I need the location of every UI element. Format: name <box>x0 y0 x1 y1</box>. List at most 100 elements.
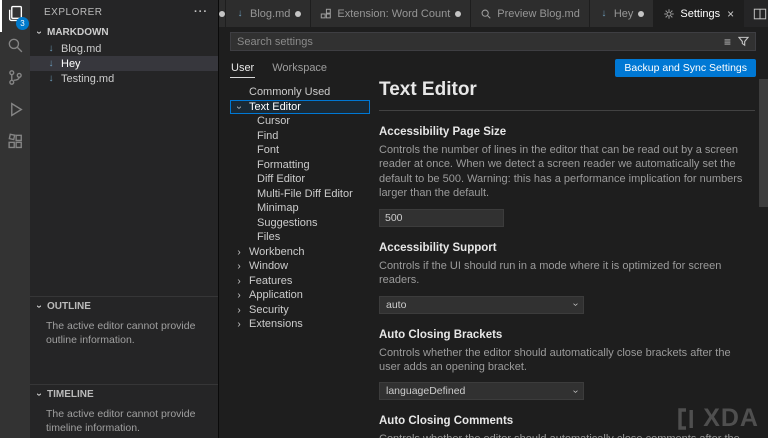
settings-content: Text Editor Accessibility Page Size Cont… <box>379 79 755 438</box>
tab-extension-word-count[interactable]: Extension: Word Count <box>311 0 471 27</box>
vscode-window: 3 EXPLORER ··· › <box>0 0 768 438</box>
setting-title: Auto Closing Brackets <box>379 329 755 341</box>
modified-dot-icon <box>295 11 301 17</box>
tab-preview-blog-md[interactable]: Preview Blog.md <box>471 0 590 27</box>
toc-item-font[interactable]: Font <box>230 143 370 158</box>
tab-label: Blog.md <box>250 8 290 20</box>
tab-label: Hey <box>614 8 634 20</box>
chevron-down-icon: › <box>34 28 45 38</box>
tab-hey[interactable]: ↓ Hey <box>590 0 655 27</box>
outline-pane-title: OUTLINE <box>47 301 91 312</box>
explorer-more-actions-icon[interactable]: ··· <box>194 6 208 18</box>
xda-logo-icon <box>676 407 698 431</box>
tab-truncated[interactable] <box>219 0 226 27</box>
close-icon[interactable]: × <box>727 7 734 21</box>
tab-blog-md[interactable]: ↓ Blog.md <box>226 0 311 27</box>
toc-item-suggestions[interactable]: Suggestions <box>230 216 370 231</box>
timeline-pane-header[interactable]: › TIMELINE <box>30 385 218 403</box>
outline-pane-header[interactable]: › OUTLINE <box>30 297 218 315</box>
outline-pane: › OUTLINE The active editor cannot provi… <box>30 296 218 347</box>
setting-auto-closing-brackets: Auto Closing Brackets Controls whether t… <box>379 329 755 401</box>
editor-group: ↓ Blog.md Extension: Word Count Preview … <box>218 0 768 438</box>
file-label: Blog.md <box>61 43 101 55</box>
activity-explorer-button[interactable]: 3 <box>0 0 30 32</box>
setting-description: Controls whether the editor should autom… <box>379 432 755 438</box>
chevron-down-icon: › <box>34 389 45 399</box>
source-control-icon <box>7 69 24 91</box>
gear-icon <box>663 8 675 20</box>
toc-item-security[interactable]: › Security <box>230 303 370 318</box>
toc-item-application[interactable]: › Application <box>230 288 370 303</box>
setting-accessibility-support: Accessibility Support Controls if the UI… <box>379 242 755 314</box>
toc-item-features[interactable]: › Features <box>230 274 370 289</box>
select-value: languageDefined <box>386 385 465 397</box>
backup-sync-button[interactable]: Backup and Sync Settings <box>615 59 756 77</box>
tab-bar: ↓ Blog.md Extension: Word Count Preview … <box>219 0 768 27</box>
timeline-message: The active editor cannot provide timelin… <box>30 403 218 435</box>
modified-dot-icon <box>219 11 225 17</box>
timeline-pane: › TIMELINE The active editor cannot prov… <box>30 384 218 435</box>
toc-item-files[interactable]: Files <box>230 230 370 245</box>
toc-item-extensions[interactable]: › Extensions <box>230 317 370 332</box>
select-value: auto <box>386 299 406 311</box>
watermark-text: XDA <box>703 404 759 433</box>
filter-lines-icon[interactable]: ≡ <box>724 36 731 48</box>
scope-tab-workspace[interactable]: Workspace <box>271 59 328 77</box>
page-title: Text Editor <box>379 79 755 111</box>
activity-source-control-button[interactable] <box>0 64 30 96</box>
activity-search-button[interactable] <box>0 32 30 64</box>
setting-accessibility-page-size: Accessibility Page Size Controls the num… <box>379 126 755 227</box>
timeline-pane-title: TIMELINE <box>47 389 94 400</box>
accessibility-page-size-input[interactable] <box>379 209 504 227</box>
file-label: Testing.md <box>61 73 114 85</box>
toc-item-formatting[interactable]: Formatting <box>230 158 370 173</box>
split-editor-icon[interactable] <box>753 7 767 21</box>
tab-settings[interactable]: Settings × <box>654 0 744 27</box>
toc-item-cursor[interactable]: Cursor <box>230 114 370 129</box>
explorer-sidebar: EXPLORER ··· › MARKDOWN ↓ Blog.md ↓ Hey … <box>30 0 218 438</box>
sidebar-title-bar: EXPLORER ··· <box>30 0 218 24</box>
settings-header-row: User Workspace Backup and Sync Settings <box>230 55 756 81</box>
markdown-file-icon: ↓ <box>46 73 56 84</box>
auto-closing-brackets-select[interactable]: languageDefined › <box>379 382 584 400</box>
scope-tab-user[interactable]: User <box>230 59 255 78</box>
xda-watermark: XDA <box>676 404 759 433</box>
outline-message: The active editor cannot provide outline… <box>30 315 218 347</box>
toc-item-find[interactable]: Find <box>230 129 370 144</box>
settings-search-input[interactable] <box>237 36 717 48</box>
filter-funnel-icon[interactable] <box>738 36 749 47</box>
activity-extensions-button[interactable] <box>0 128 30 160</box>
markdown-file-icon: ↓ <box>599 8 609 19</box>
toc-item-minimap[interactable]: Minimap <box>230 201 370 216</box>
activity-run-debug-button[interactable] <box>0 96 30 128</box>
settings-search-bar: ≡ <box>230 32 756 51</box>
chevron-right-icon: › <box>234 319 244 330</box>
tab-label: Settings <box>680 8 720 20</box>
file-item-hey[interactable]: ↓ Hey <box>30 56 218 71</box>
scrollbar-thumb[interactable] <box>759 79 768 207</box>
tab-label: Extension: Word Count <box>337 8 450 20</box>
markdown-file-icon: ↓ <box>46 58 56 69</box>
markdown-file-icon: ↓ <box>235 8 245 19</box>
file-label: Hey <box>61 58 81 70</box>
file-item-testing[interactable]: ↓ Testing.md <box>30 71 218 86</box>
toc-item-text-editor[interactable]: › Text Editor <box>230 100 370 115</box>
toc-item-window[interactable]: › Window <box>230 259 370 274</box>
accessibility-support-select[interactable]: auto › <box>379 296 584 314</box>
chevron-right-icon: › <box>234 276 244 287</box>
toc-item-multi-file-diff-editor[interactable]: Multi-File Diff Editor <box>230 187 370 202</box>
chevron-down-icon: › <box>234 102 245 112</box>
file-item-blog[interactable]: ↓ Blog.md <box>30 41 218 56</box>
search-icon <box>7 37 24 59</box>
setting-description: Controls if the UI should run in a mode … <box>379 259 755 288</box>
markdown-preview-icon <box>480 8 492 20</box>
tab-label: Preview Blog.md <box>497 8 580 20</box>
settings-editor: ≡ User Workspace Backup and Sync Setting… <box>219 27 768 438</box>
toc-item-diff-editor[interactable]: Diff Editor <box>230 172 370 187</box>
settings-toc: Commonly Used › Text Editor Cursor Find … <box>230 85 370 332</box>
section-label: MARKDOWN <box>47 27 109 38</box>
chevron-down-icon: › <box>34 301 45 311</box>
toc-item-commonly-used[interactable]: Commonly Used <box>230 85 370 100</box>
section-header-markdown[interactable]: › MARKDOWN <box>30 24 218 41</box>
toc-item-workbench[interactable]: › Workbench <box>230 245 370 260</box>
